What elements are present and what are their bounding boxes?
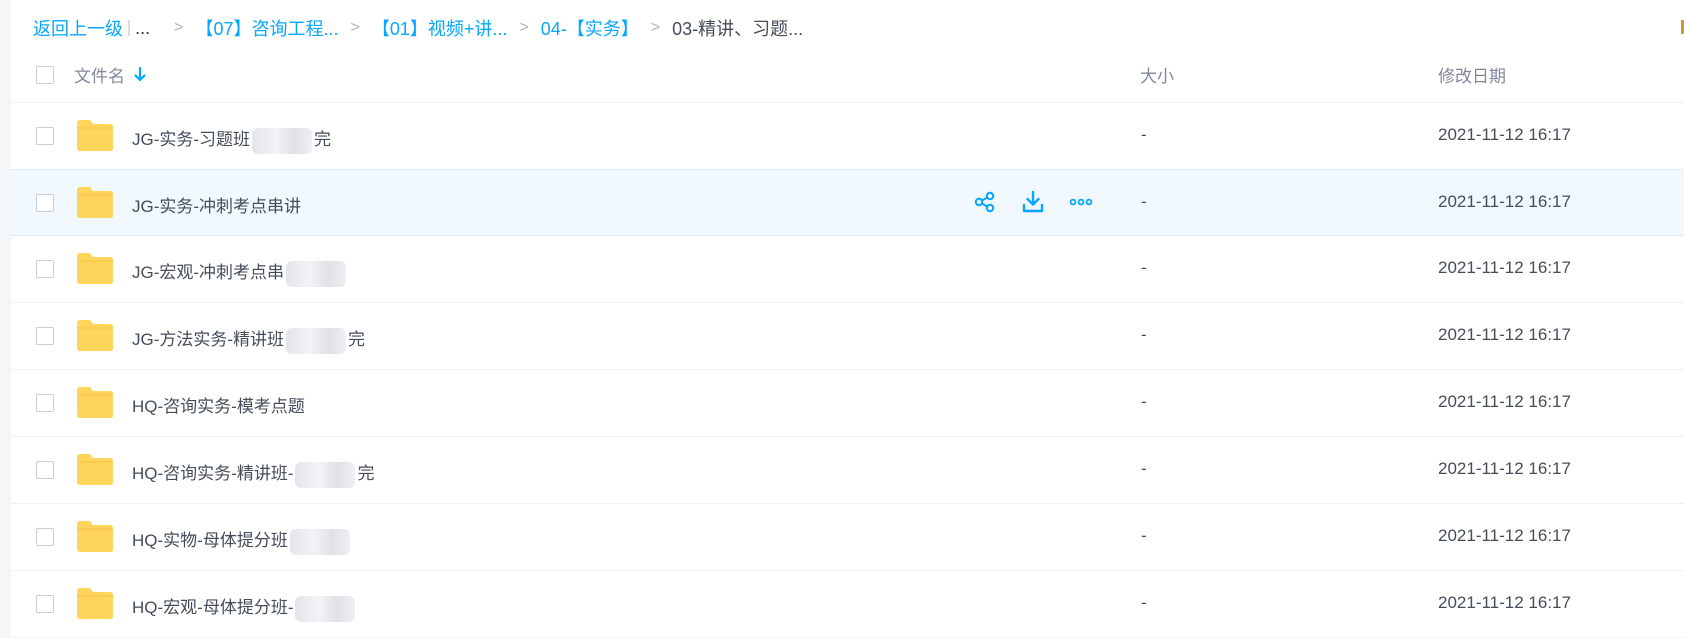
- file-list-header: 文件名 大小 修改日期: [11, 50, 1684, 103]
- file-date: 2021-11-12 16:17: [1438, 459, 1571, 478]
- file-name-text: JG-实务-冲刺考点串讲: [132, 197, 302, 216]
- breadcrumb-divider: |: [127, 19, 132, 36]
- row-checkbox[interactable]: [36, 461, 54, 479]
- blurred-redaction: [289, 528, 350, 555]
- column-header-size[interactable]: 大小: [1140, 62, 1174, 87]
- file-name-suffix: 完: [348, 330, 366, 349]
- file-name-suffix: 完: [357, 464, 375, 483]
- share-icon[interactable]: [973, 190, 997, 214]
- file-name-text: JG-宏观-冲刺考点串: [132, 263, 285, 282]
- breadcrumb-separator: >: [174, 19, 184, 36]
- file-name-text: HQ-实物-母体提分班: [132, 531, 288, 550]
- file-name[interactable]: HQ-实物-母体提分班: [132, 526, 352, 555]
- file-size: -: [1141, 125, 1147, 144]
- file-date: 2021-11-12 16:17: [1438, 125, 1571, 144]
- file-name-suffix: 完: [314, 130, 332, 149]
- column-header-date[interactable]: 修改日期: [1438, 62, 1506, 87]
- select-all-checkbox[interactable]: [36, 66, 54, 84]
- table-row[interactable]: JG-宏观-冲刺考点串 - 2021-11-12 16:17: [11, 236, 1684, 303]
- folder-icon: [77, 521, 113, 552]
- file-name-text: JG-实务-习题班: [132, 130, 251, 149]
- table-row[interactable]: JG-方法实务-精讲班 完 - 2021-11-12 16:17: [11, 303, 1684, 370]
- row-actions: [973, 190, 1093, 214]
- file-date: 2021-11-12 16:17: [1438, 325, 1571, 344]
- row-checkbox[interactable]: [36, 528, 54, 546]
- more-icon[interactable]: [1069, 190, 1093, 214]
- file-size: -: [1141, 526, 1147, 545]
- file-size: -: [1141, 192, 1147, 211]
- file-name[interactable]: JG-实务-习题班 完: [132, 125, 331, 154]
- file-name-text: JG-方法实务-精讲班: [132, 330, 285, 349]
- left-panel-edge: [0, 0, 11, 638]
- table-row[interactable]: HQ-咨询实务-精讲班- 完 - 2021-11-12 16:17: [11, 437, 1684, 504]
- row-checkbox[interactable]: [36, 327, 54, 345]
- blurred-redaction: [295, 461, 356, 488]
- file-name-text: HQ-咨询实务-模考点题: [132, 397, 305, 416]
- breadcrumb-item[interactable]: 【07】咨询工程...: [196, 15, 339, 41]
- file-date: 2021-11-12 16:17: [1438, 526, 1571, 545]
- blurred-redaction: [286, 327, 347, 354]
- row-checkbox[interactable]: [36, 394, 54, 412]
- blurred-redaction: [252, 127, 313, 154]
- folder-icon: [77, 253, 113, 284]
- breadcrumb: 返回上一级 | ... > 【07】咨询工程... > 【01】视频+讲... …: [33, 14, 803, 42]
- table-row[interactable]: HQ-实物-母体提分班 - 2021-11-12 16:17: [11, 504, 1684, 571]
- file-name-text: HQ-宏观-母体提分班-: [132, 598, 294, 617]
- table-row[interactable]: HQ-宏观-母体提分班- - 2021-11-12 16:17: [11, 571, 1684, 638]
- folder-icon: [77, 187, 113, 218]
- file-name-text: HQ-咨询实务-精讲班-: [132, 464, 294, 483]
- table-row[interactable]: JG-实务-冲刺考点串讲 - 2021-11-12 16:17: [11, 169, 1684, 236]
- folder-icon: [77, 320, 113, 351]
- download-icon[interactable]: [1021, 190, 1045, 214]
- folder-icon: [77, 588, 113, 619]
- table-row[interactable]: HQ-咨询实务-模考点题 - 2021-11-12 16:17: [11, 370, 1684, 437]
- file-date: 2021-11-12 16:17: [1438, 593, 1571, 612]
- blurred-redaction: [295, 595, 356, 622]
- file-name[interactable]: JG-方法实务-精讲班 完: [132, 325, 365, 354]
- file-name[interactable]: JG-实务-冲刺考点串讲: [132, 192, 301, 217]
- row-checkbox[interactable]: [36, 127, 54, 145]
- file-size: -: [1141, 593, 1147, 612]
- file-name[interactable]: HQ-咨询实务-模考点题: [132, 392, 305, 417]
- back-button[interactable]: 返回上一级: [33, 15, 123, 41]
- breadcrumb-item[interactable]: 【01】视频+讲...: [372, 15, 508, 41]
- file-size: -: [1141, 392, 1147, 411]
- breadcrumb-current: 03-精讲、习题...: [672, 19, 804, 39]
- blurred-redaction: [286, 260, 347, 287]
- column-header-name[interactable]: 文件名: [74, 62, 147, 87]
- file-name[interactable]: HQ-咨询实务-精讲班- 完: [132, 459, 374, 488]
- breadcrumb-ellipsis[interactable]: ...: [135, 18, 150, 39]
- file-name[interactable]: HQ-宏观-母体提分班-: [132, 593, 357, 622]
- row-checkbox[interactable]: [36, 194, 54, 212]
- file-size: -: [1141, 459, 1147, 478]
- folder-icon: [77, 454, 113, 485]
- file-date: 2021-11-12 16:17: [1438, 392, 1571, 411]
- table-row[interactable]: JG-实务-习题班 完 - 2021-11-12 16:17: [11, 103, 1684, 170]
- folder-icon: [77, 120, 113, 151]
- file-size: -: [1141, 258, 1147, 277]
- breadcrumb-separator: >: [350, 19, 360, 36]
- breadcrumb-separator: >: [519, 19, 529, 36]
- file-size: -: [1141, 325, 1147, 344]
- sort-down-icon[interactable]: [133, 66, 147, 83]
- row-checkbox[interactable]: [36, 260, 54, 278]
- file-name[interactable]: JG-宏观-冲刺考点串: [132, 258, 348, 287]
- folder-icon: [77, 387, 113, 418]
- file-date: 2021-11-12 16:17: [1438, 258, 1571, 277]
- file-date: 2021-11-12 16:17: [1438, 192, 1571, 211]
- breadcrumb-item[interactable]: 04-【实务】: [541, 15, 639, 41]
- column-name-label: 文件名: [74, 67, 125, 86]
- breadcrumb-separator: >: [650, 19, 661, 36]
- row-checkbox[interactable]: [36, 595, 54, 613]
